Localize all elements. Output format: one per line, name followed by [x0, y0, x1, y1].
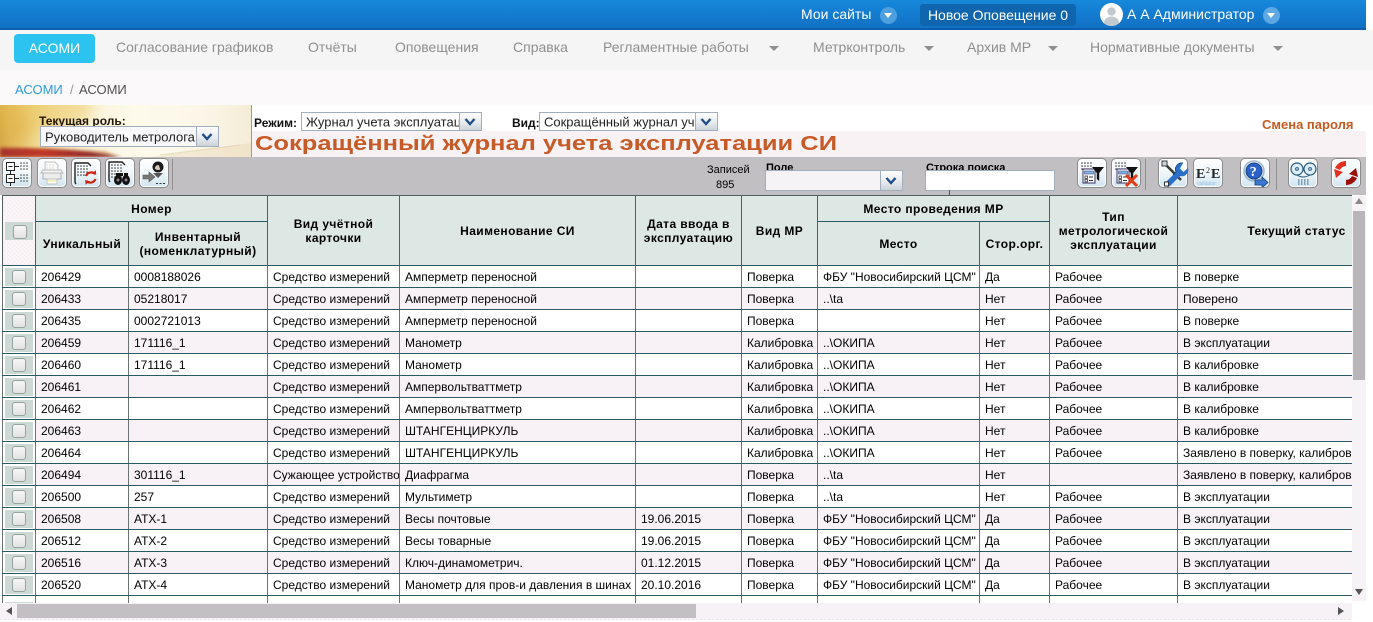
svg-text:2: 2	[1206, 166, 1210, 175]
svg-text:E: E	[1196, 167, 1205, 182]
svg-text:validator: validator	[1197, 181, 1216, 187]
svg-text:E: E	[1211, 167, 1220, 182]
svg-text:?: ?	[1250, 165, 1257, 180]
